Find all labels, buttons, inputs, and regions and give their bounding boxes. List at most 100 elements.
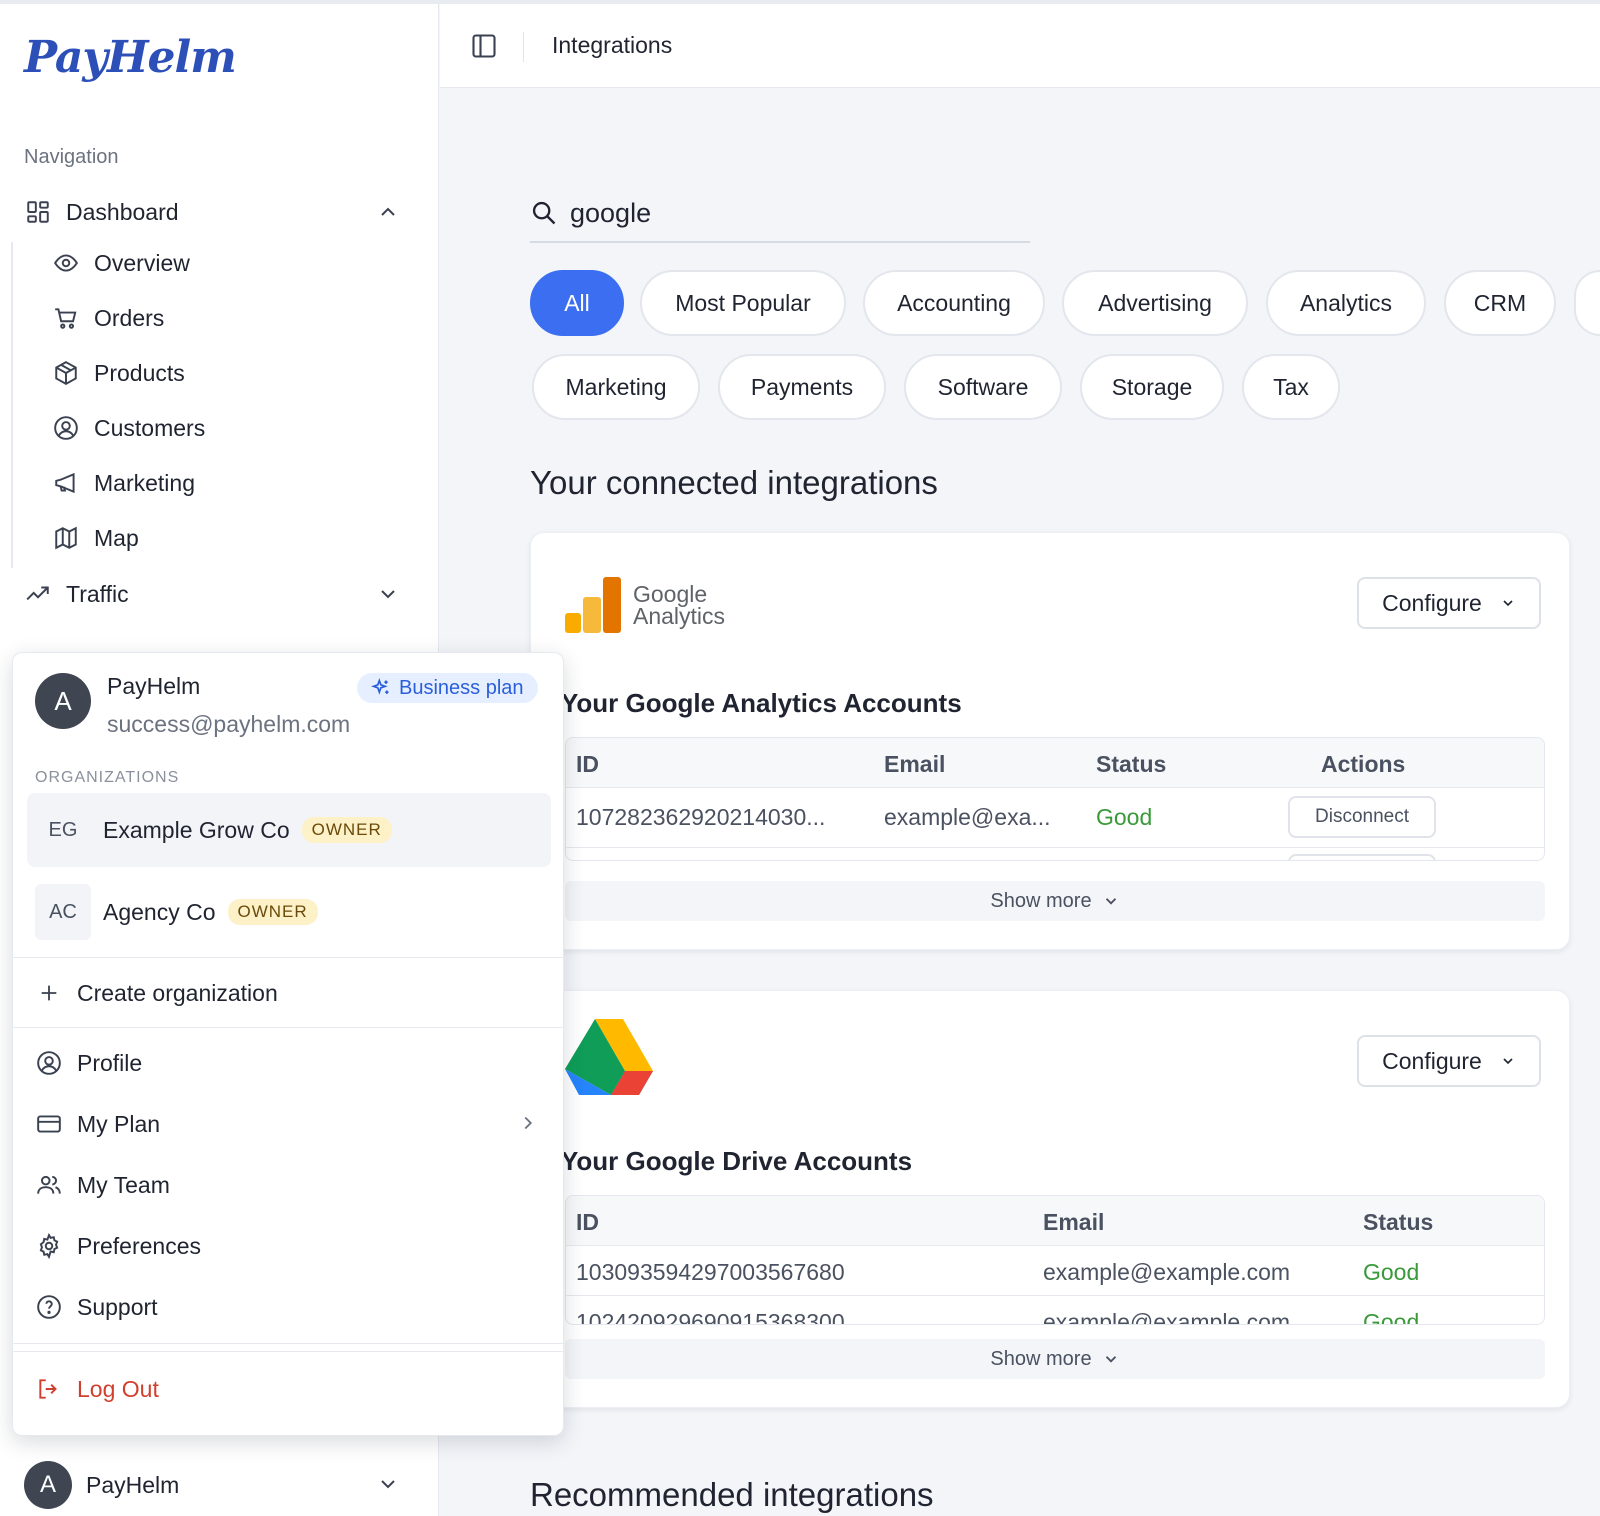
table-row: 107282362920214030... example@exa... Goo… xyxy=(566,788,1544,848)
cell-email: example@example.com xyxy=(1043,1259,1291,1285)
dashboard-grid-icon xyxy=(24,198,52,226)
cell-status: Good xyxy=(1363,1309,1420,1325)
nav-orders-label: Orders xyxy=(94,304,165,331)
submenu-guide-line xyxy=(11,242,13,568)
col-email: Email xyxy=(1043,1209,1105,1235)
ga-logo-line1: Google xyxy=(633,581,708,607)
ga-accounts-title: Your Google Analytics Accounts xyxy=(561,688,962,718)
nav-marketing[interactable]: Marketing xyxy=(52,461,195,505)
nav-dashboard[interactable]: Dashboard xyxy=(24,190,414,234)
gd-accounts-title: Your Google Drive Accounts xyxy=(561,1146,913,1176)
menu-item-my-team[interactable]: My Team xyxy=(35,1163,545,1207)
sparkle-icon xyxy=(371,678,389,695)
organizations-heading: ORGANIZATIONS xyxy=(35,769,180,786)
menu-item-my-plan[interactable]: My Plan xyxy=(35,1102,545,1146)
org-name: Example Grow Co xyxy=(103,816,290,843)
plus-icon xyxy=(35,979,63,1007)
org-abbr: EG xyxy=(35,802,91,858)
menu-divider xyxy=(13,1027,565,1028)
account-menu: A PayHelm success@payhelm.com Business p… xyxy=(12,652,565,1436)
integration-search xyxy=(530,185,1030,243)
menu-item-support[interactable]: Support xyxy=(35,1285,545,1329)
user-circle-icon xyxy=(52,414,80,442)
col-id: ID xyxy=(576,1209,599,1235)
box-icon xyxy=(52,359,80,387)
plan-badge: Business plan xyxy=(357,673,538,703)
team-icon xyxy=(35,1171,63,1199)
nav-products-label: Products xyxy=(94,359,185,386)
col-id: ID xyxy=(576,751,599,777)
nav-customers[interactable]: Customers xyxy=(52,406,205,450)
nav-overview[interactable]: Overview xyxy=(52,241,190,285)
chevron-down-icon xyxy=(1503,1058,1513,1065)
table-row: 103093594297003567680 example@example.co… xyxy=(566,1246,1544,1296)
menu-divider xyxy=(13,957,565,958)
menu-user-name: PayHelm xyxy=(107,673,201,699)
chip-most-popular[interactable]: Most Popular xyxy=(640,270,846,336)
menu-divider xyxy=(13,1351,565,1352)
nav-overview-label: Overview xyxy=(94,249,190,276)
cell-status: Good xyxy=(1363,1259,1420,1285)
chip-advertising[interactable]: Advertising xyxy=(1062,270,1248,336)
connected-heading: Your connected integrations xyxy=(530,464,938,501)
menu-item-label: Preferences xyxy=(77,1232,202,1259)
eye-icon xyxy=(52,249,80,277)
avatar: A xyxy=(24,1461,72,1509)
chip-accounting[interactable]: Accounting xyxy=(863,270,1045,336)
logout-button[interactable]: Log Out xyxy=(35,1367,545,1411)
google-analytics-card: Google Analytics Configure Your Google A… xyxy=(530,532,1570,950)
map-icon xyxy=(52,524,80,552)
nav-products[interactable]: Products xyxy=(52,351,185,395)
gd-show-more-button[interactable]: Show more xyxy=(565,1339,1545,1379)
chip-payments[interactable]: Payments xyxy=(718,354,886,420)
megaphone-icon xyxy=(52,469,80,497)
nav-heading: Navigation xyxy=(24,146,119,168)
create-organization-label: Create organization xyxy=(77,979,278,1006)
nav-traffic[interactable]: Traffic xyxy=(24,572,414,616)
payhelm-logo[interactable]: PayHelm xyxy=(24,32,237,83)
top-header: Integrations xyxy=(440,4,1600,88)
gd-accounts-table: ID Email Status 103093594297003567680 ex… xyxy=(565,1195,1545,1325)
page-title: Integrations xyxy=(552,32,673,58)
chip-software[interactable]: Software xyxy=(904,354,1062,420)
chevron-down-icon xyxy=(1105,898,1116,905)
chip-overflow[interactable] xyxy=(1574,270,1600,336)
disconnect-button-partial[interactable] xyxy=(1288,854,1436,860)
cell-id: 103093594297003567680 xyxy=(576,1259,845,1285)
disconnect-button[interactable]: Disconnect xyxy=(1288,796,1436,838)
nav-orders[interactable]: Orders xyxy=(52,296,164,340)
menu-item-profile[interactable]: Profile xyxy=(35,1041,545,1085)
account-switcher[interactable]: A PayHelm xyxy=(24,1460,414,1510)
ga-logo-line2: Analytics xyxy=(633,603,726,629)
chip-analytics[interactable]: Analytics xyxy=(1266,270,1426,336)
nav-marketing-label: Marketing xyxy=(94,469,195,496)
chip-marketing[interactable]: Marketing xyxy=(532,354,700,420)
create-organization-button[interactable]: Create organization xyxy=(35,971,545,1015)
chip-tax[interactable]: Tax xyxy=(1242,354,1340,420)
ga-show-more-button[interactable]: Show more xyxy=(565,881,1545,921)
col-email: Email xyxy=(884,751,946,777)
org-item-example-grow[interactable]: EG Example Grow Co OWNER xyxy=(27,793,551,867)
recommended-heading: Recommended integrations xyxy=(530,1476,934,1513)
cart-icon xyxy=(52,304,80,332)
logout-label: Log Out xyxy=(77,1375,159,1402)
ga-configure-button[interactable]: Configure xyxy=(1357,577,1541,629)
search-input[interactable] xyxy=(570,197,1010,229)
chevron-down-icon[interactable] xyxy=(376,1472,400,1496)
gd-configure-button[interactable]: Configure xyxy=(1357,1035,1541,1087)
chip-crm[interactable]: CRM xyxy=(1444,270,1556,336)
cell-id: 102420929690915368300 xyxy=(576,1309,845,1325)
google-analytics-icon xyxy=(565,577,621,633)
table-header: ID Email Status Actions xyxy=(566,738,1544,788)
sidebar-toggle-icon[interactable] xyxy=(470,32,498,60)
chip-storage[interactable]: Storage xyxy=(1080,354,1224,420)
nav-map[interactable]: Map xyxy=(52,516,139,560)
header-divider xyxy=(523,32,524,62)
chip-all[interactable]: All xyxy=(530,270,624,336)
owner-badge: OWNER xyxy=(227,899,318,925)
menu-item-preferences[interactable]: Preferences xyxy=(35,1224,545,1268)
chevron-down-icon[interactable] xyxy=(376,582,400,606)
chevron-up-icon[interactable] xyxy=(376,200,400,224)
org-item-agency[interactable]: AC Agency Co OWNER xyxy=(27,875,551,949)
credit-card-icon xyxy=(35,1110,63,1138)
